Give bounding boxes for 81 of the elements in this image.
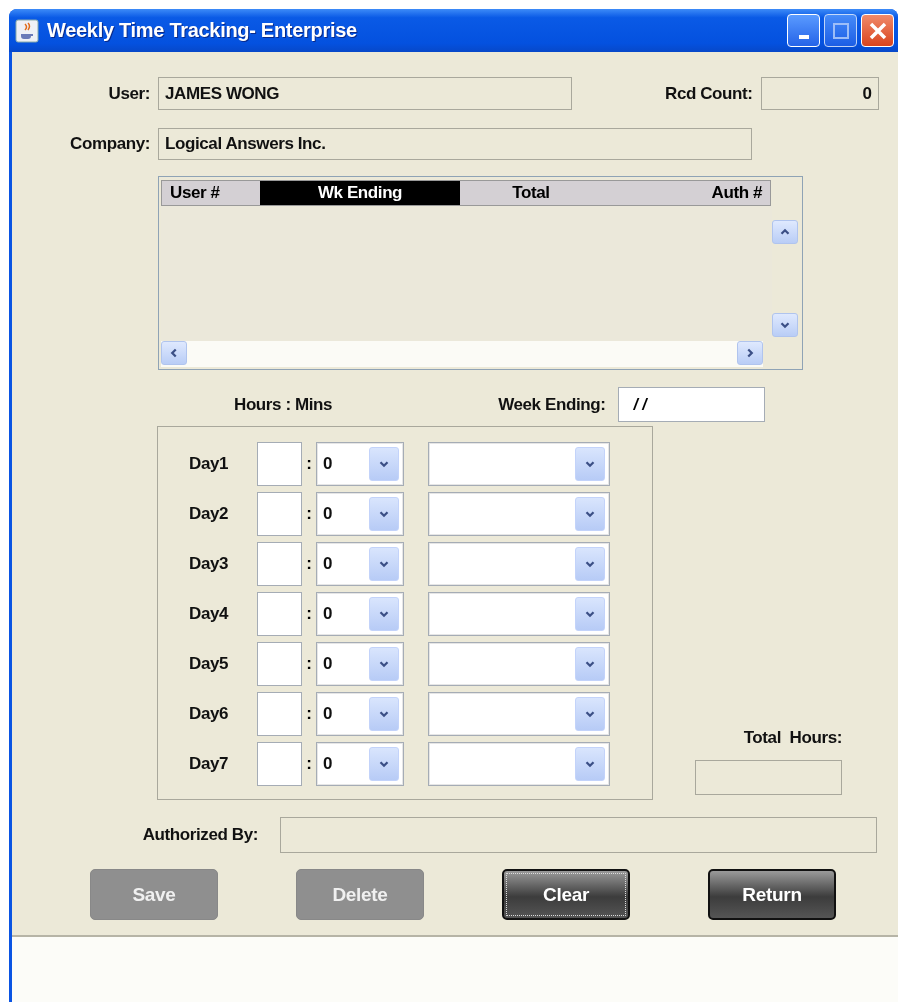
field-label: Hours : Mins (234, 394, 333, 415)
horizontal-scrollbar[interactable] (161, 341, 763, 367)
input-field[interactable] (257, 592, 302, 636)
column-header[interactable]: Wk Ending (260, 181, 460, 205)
scroll-right-button[interactable] (737, 341, 763, 365)
text-field[interactable]: / / (618, 387, 766, 422)
dropdown-field[interactable] (428, 742, 610, 786)
field-label: Total Hours: (743, 728, 842, 748)
input-field[interactable] (257, 692, 302, 736)
dropdown-button[interactable] (369, 547, 399, 581)
day-label: Day2 (188, 504, 230, 524)
text-field[interactable] (695, 760, 842, 795)
column-header[interactable]: Total (460, 181, 602, 205)
dropdown-button[interactable] (575, 697, 605, 731)
dropdown-field[interactable]: 0 (316, 592, 404, 636)
field-label: Week Ending: (498, 394, 606, 415)
scroll-up-button[interactable] (772, 220, 798, 244)
scroll-down-button[interactable] (772, 313, 798, 337)
maximize-button[interactable] (824, 14, 857, 47)
dropdown-button[interactable] (369, 747, 399, 781)
separator-text: : (305, 704, 313, 724)
day-label: Day1 (188, 454, 230, 474)
field-label: Company: (69, 134, 150, 154)
separator-text: : (305, 754, 313, 774)
dropdown-button[interactable] (575, 497, 605, 531)
close-button[interactable] (861, 14, 894, 47)
text-field[interactable]: Logical Answers Inc. (158, 128, 752, 160)
separator-text: : (305, 604, 313, 624)
window-title: Weekly Time Tracking- Enterprise (47, 19, 358, 42)
dropdown-button[interactable] (575, 747, 605, 781)
dropdown-button[interactable] (369, 647, 399, 681)
field-label: Authorized By: (141, 825, 258, 845)
text-field[interactable] (280, 817, 877, 853)
separator-text: : (305, 454, 313, 474)
input-field[interactable] (257, 442, 302, 486)
dropdown-button[interactable] (575, 597, 605, 631)
input-field[interactable] (257, 642, 302, 686)
dropdown-button[interactable] (575, 547, 605, 581)
column-header[interactable]: Auth # (602, 181, 770, 205)
dropdown-field[interactable] (428, 642, 610, 686)
return-button[interactable]: Return (708, 869, 836, 920)
day-label: Day4 (188, 604, 230, 624)
dropdown-field[interactable]: 0 (316, 492, 404, 536)
text-field[interactable]: 0 (760, 77, 879, 110)
field-label: Rcd Count: (665, 83, 753, 104)
separator-text: : (305, 504, 313, 524)
field-label: User: (107, 83, 150, 104)
text-field[interactable]: JAMES WONG (158, 77, 572, 110)
input-field[interactable] (257, 542, 302, 586)
input-field[interactable] (257, 742, 302, 786)
dropdown-button[interactable] (575, 647, 605, 681)
dropdown-field[interactable]: 0 (316, 692, 404, 736)
dropdown-field[interactable] (428, 692, 610, 736)
day-label: Day7 (188, 754, 230, 774)
dropdown-button[interactable] (369, 497, 399, 531)
dropdown-button[interactable] (369, 447, 399, 481)
separator-text: : (305, 654, 313, 674)
dropdown-field[interactable]: 0 (316, 442, 404, 486)
dropdown-field[interactable]: 0 (316, 642, 404, 686)
minimize-button[interactable] (787, 14, 820, 47)
close-icon (867, 20, 888, 41)
column-header[interactable]: User # (162, 181, 260, 205)
dropdown-field[interactable] (428, 592, 610, 636)
input-field[interactable] (257, 492, 302, 536)
dropdown-field[interactable] (428, 442, 610, 486)
day-label: Day6 (188, 704, 230, 724)
app-icon (15, 18, 39, 43)
scroll-left-button[interactable] (161, 341, 187, 365)
dropdown-field[interactable] (428, 542, 610, 586)
clear-button[interactable]: Clear (502, 869, 630, 920)
separator-text: : (305, 554, 313, 574)
dropdown-field[interactable] (428, 492, 610, 536)
maximize-icon (831, 21, 850, 40)
dropdown-field[interactable]: 0 (316, 542, 404, 586)
day-label: Day5 (188, 654, 230, 674)
dropdown-field[interactable]: 0 (316, 742, 404, 786)
dropdown-button[interactable] (369, 597, 399, 631)
dropdown-button[interactable] (575, 447, 605, 481)
dropdown-button[interactable] (369, 697, 399, 731)
day-label: Day3 (188, 554, 230, 574)
minimize-icon (798, 34, 809, 39)
